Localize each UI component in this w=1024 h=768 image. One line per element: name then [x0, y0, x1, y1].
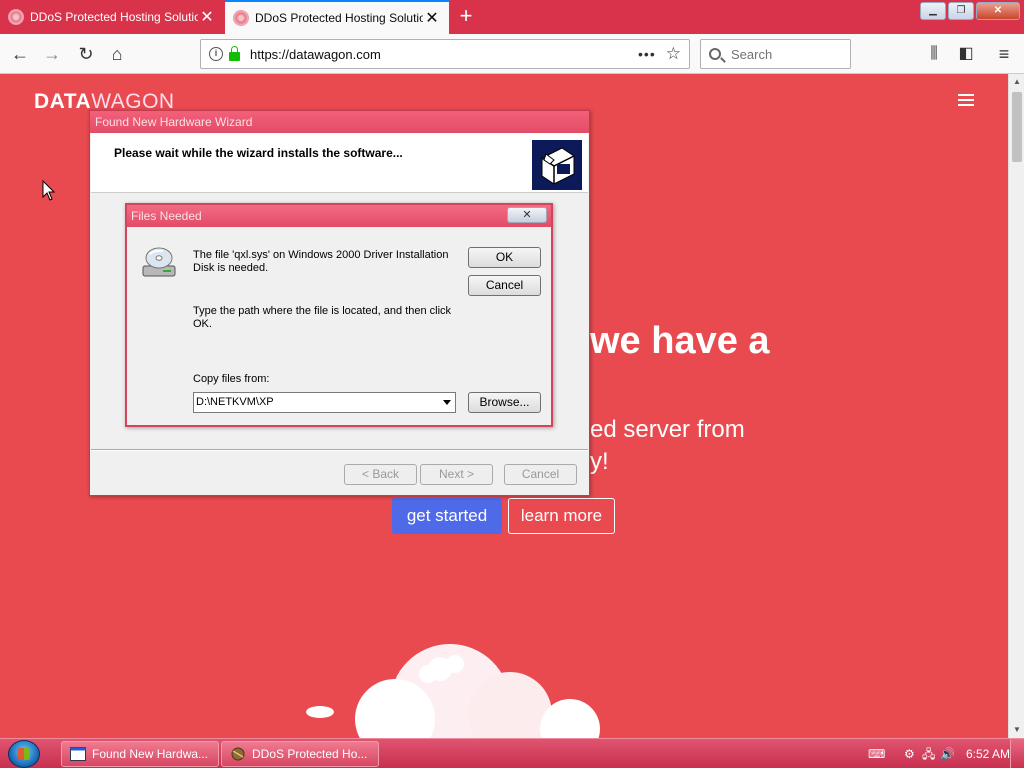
- menu-icon[interactable]: ≡: [990, 40, 1018, 68]
- hardware-install-icon: [532, 140, 582, 190]
- back-arrow-icon[interactable]: ←: [6, 40, 34, 68]
- url-text[interactable]: https://datawagon.com: [250, 47, 638, 62]
- tab-ddos-1[interactable]: DDoS Protected Hosting Solutio ✕: [0, 0, 224, 34]
- reload-icon[interactable]: ↻: [72, 40, 100, 68]
- site-favicon-icon: [233, 10, 249, 26]
- tab-ddos-2-active[interactable]: DDoS Protected Hosting Solutio ✕: [225, 0, 449, 34]
- cd-drive-icon: [142, 247, 176, 277]
- files-needed-titlebar[interactable]: Files Needed ✕: [127, 205, 551, 227]
- windows-taskbar: Found New Hardwa... DDoS Protected Ho...…: [0, 738, 1024, 768]
- bookmark-star-icon[interactable]: ☆: [666, 44, 681, 64]
- page-scrollbar[interactable]: ▲ ▼: [1008, 74, 1024, 738]
- clock[interactable]: 6:52 AM: [966, 739, 1010, 768]
- browse-button[interactable]: Browse...: [468, 392, 541, 413]
- taskbar-item-label: DDoS Protected Ho...: [252, 747, 368, 761]
- cancel-button[interactable]: Cancel: [468, 275, 541, 296]
- minimize-button[interactable]: ▁: [920, 2, 946, 20]
- get-started-button[interactable]: get started: [392, 498, 502, 534]
- info-icon[interactable]: i: [209, 47, 223, 61]
- ok-button[interactable]: OK: [468, 247, 541, 268]
- page-actions-icon[interactable]: •••: [638, 46, 656, 62]
- start-button[interactable]: [8, 740, 40, 768]
- logo-bold-text: DATA: [34, 90, 92, 113]
- learn-more-button[interactable]: learn more: [508, 498, 615, 534]
- files-needed-dialog: Files Needed ✕ The file 'qxl.sys' on Win…: [125, 203, 553, 427]
- hero-subtitle-line1: ed server from: [590, 416, 745, 443]
- home-icon[interactable]: ⌂: [103, 40, 131, 68]
- tab-title: DDoS Protected Hosting Solutio: [255, 11, 423, 25]
- wizard-titlebar[interactable]: Found New Hardware Wizard: [90, 111, 589, 133]
- tab-close-icon[interactable]: ✕: [198, 7, 216, 27]
- wizard-heading: Please wait while the wizard installs th…: [114, 146, 403, 160]
- search-placeholder: Search: [731, 46, 773, 62]
- wizard-cancel-button[interactable]: Cancel: [504, 464, 577, 485]
- mouse-pointer-icon: [42, 180, 56, 201]
- scroll-up-arrow-icon[interactable]: ▲: [1009, 74, 1024, 90]
- tab-bar: DDoS Protected Hosting Solutio ✕ DDoS Pr…: [0, 0, 1024, 34]
- window-controls: ▁ ❐ ✕: [920, 2, 1020, 20]
- files-needed-body: The file 'qxl.sys' on Windows 2000 Drive…: [129, 229, 549, 423]
- file-needed-message: The file 'qxl.sys' on Windows 2000 Drive…: [193, 249, 449, 274]
- library-icon[interactable]: ⫼: [920, 40, 948, 68]
- scroll-down-arrow-icon[interactable]: ▼: [1009, 722, 1024, 738]
- copy-files-from-value[interactable]: D:\NETKVM\XP: [196, 396, 274, 408]
- dropdown-arrow-icon[interactable]: [443, 400, 451, 405]
- volume-tray-icon[interactable]: 🔊: [940, 739, 955, 768]
- network-tray-icon[interactable]: 🖧: [922, 739, 935, 768]
- wizard-header: Please wait while the wizard installs th…: [91, 133, 588, 193]
- navigation-toolbar: ← → ↻ ⌂ i https://datawagon.com ••• ☆ Se…: [0, 34, 1024, 74]
- wizard-next-button[interactable]: Next >: [420, 464, 493, 485]
- copy-files-from-label: Copy files from:: [193, 373, 270, 385]
- site-favicon-icon: [8, 9, 24, 25]
- window-icon: [70, 747, 86, 761]
- wizard-back-button[interactable]: < Back: [344, 464, 417, 485]
- clouds-illustration: [306, 644, 600, 738]
- close-window-button[interactable]: ✕: [976, 2, 1020, 20]
- hardware-tray-icon[interactable]: ⚙: [904, 739, 915, 768]
- search-input[interactable]: Search: [700, 39, 851, 69]
- hamburger-menu-icon[interactable]: [958, 94, 974, 106]
- path-instruction-message: Type the path where the file is located,…: [193, 305, 452, 330]
- taskbar-item-wizard[interactable]: Found New Hardwa...: [61, 741, 219, 767]
- url-bar[interactable]: i https://datawagon.com ••• ☆: [200, 39, 690, 69]
- keyboard-icon[interactable]: ⌨: [868, 739, 885, 768]
- files-needed-title: Files Needed: [131, 209, 202, 223]
- tab-close-icon[interactable]: ✕: [423, 8, 441, 28]
- search-icon: [709, 48, 721, 60]
- wizard-separator: [91, 449, 588, 451]
- hero-title: we have a: [590, 320, 770, 362]
- dialog-close-button[interactable]: ✕: [507, 207, 547, 223]
- lock-icon: [229, 45, 240, 61]
- scrollbar-thumb[interactable]: [1012, 92, 1022, 162]
- copy-files-from-combobox[interactable]: D:\NETKVM\XP: [193, 392, 456, 413]
- restore-button[interactable]: ❐: [948, 2, 974, 20]
- taskbar-item-label: Found New Hardwa...: [92, 747, 209, 761]
- hero-subtitle-line2: y!: [590, 448, 609, 475]
- new-tab-button[interactable]: +: [454, 4, 478, 28]
- sidebar-icon[interactable]: ◧: [952, 40, 980, 68]
- tab-title: DDoS Protected Hosting Solutio: [30, 10, 198, 24]
- taskbar-item-browser[interactable]: DDoS Protected Ho...: [221, 741, 379, 767]
- show-desktop-button[interactable]: [1010, 739, 1024, 768]
- forward-arrow-icon[interactable]: →: [38, 40, 66, 68]
- browser-icon: [231, 747, 245, 761]
